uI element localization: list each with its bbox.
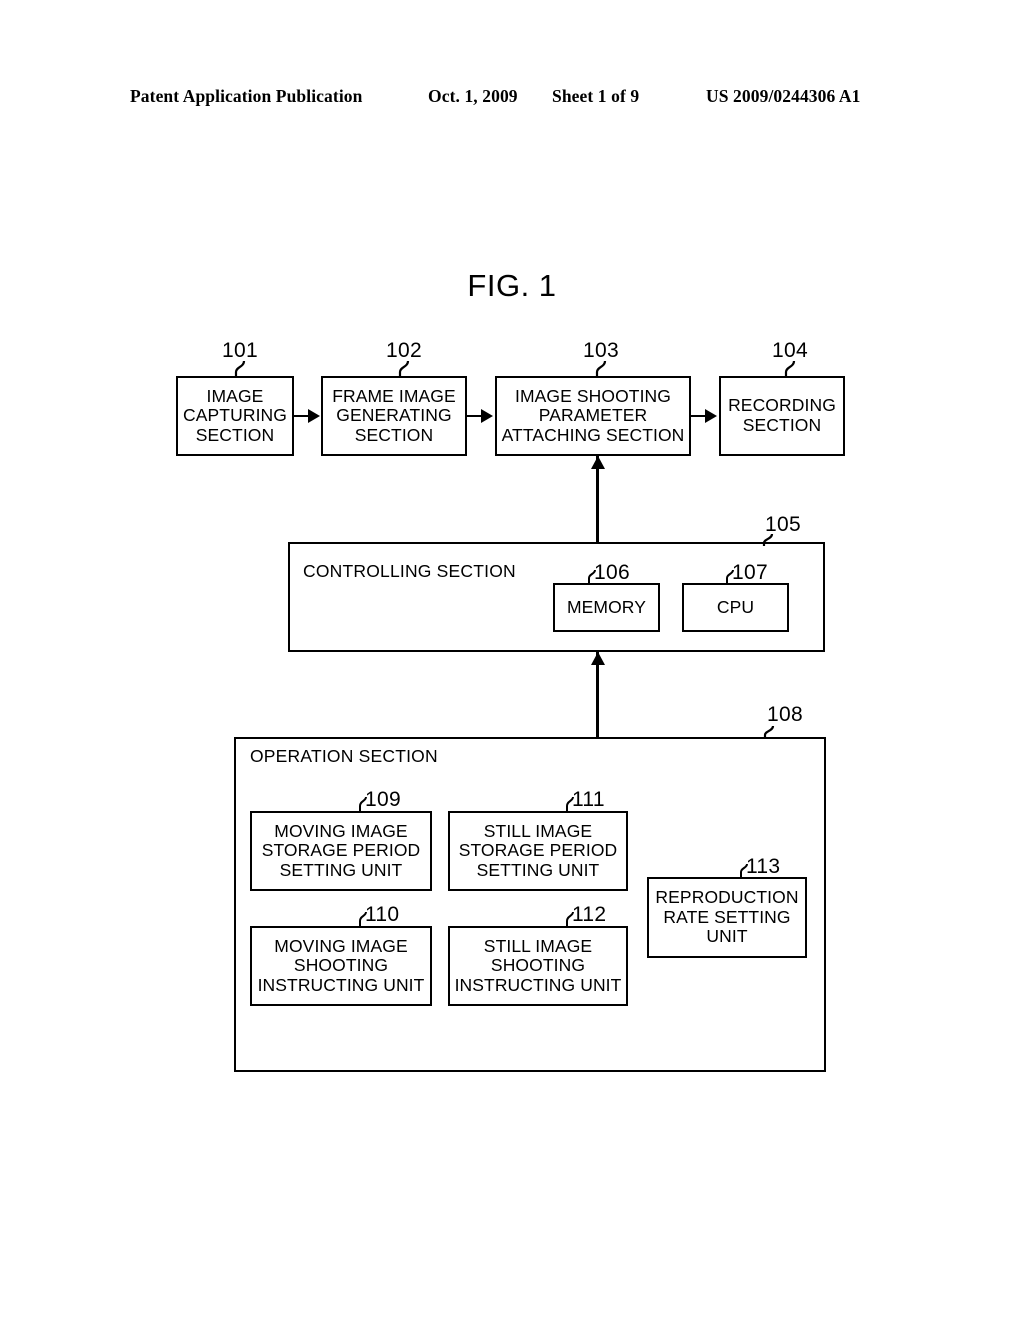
block-label: IMAGE SHOOTING PARAMETER ATTACHING SECTI…: [501, 385, 685, 445]
block-label: FRAME IMAGE GENERATING SECTION: [332, 385, 456, 445]
page-header: Patent Application Publication Oct. 1, 2…: [0, 86, 1024, 112]
header-publication: Patent Application Publication: [130, 86, 363, 106]
controlling-section-label: CONTROLLING SECTION: [303, 561, 516, 581]
block-still-image-storage-period-setting-unit: STILL IMAGE STORAGE PERIOD SETTING UNIT: [448, 811, 628, 891]
leader-hook-101: [234, 360, 246, 378]
leader-hook-106: [588, 569, 596, 584]
leader-hook-105: [762, 533, 774, 546]
header-patent-number: US 2009/0244306 A1: [706, 86, 861, 106]
block-label: MEMORY: [566, 596, 647, 617]
block-label: IMAGE CAPTURING SECTION: [183, 385, 287, 445]
block-cpu: CPU: [682, 583, 789, 632]
block-label: MOVING IMAGE SHOOTING INSTRUCTING UNIT: [257, 935, 425, 995]
arrowhead-108-105: [590, 652, 605, 665]
header-sheet: Sheet 1 of 9: [552, 86, 640, 106]
block-label: CPU: [716, 596, 755, 617]
leader-hook-111: [566, 796, 574, 812]
block-recording-section: RECORDING SECTION: [719, 376, 845, 456]
block-label: STILL IMAGE STORAGE PERIOD SETTING UNIT: [458, 820, 618, 880]
arrowhead-103-104: [705, 409, 717, 423]
leader-hook-113: [740, 863, 748, 878]
arrowhead-105-103: [590, 456, 605, 469]
block-image-shooting-parameter-attaching-section: IMAGE SHOOTING PARAMETER ATTACHING SECTI…: [495, 376, 691, 456]
block-reproduction-rate-setting-unit: REPRODUCTION RATE SETTING UNIT: [647, 877, 807, 958]
block-label: STILL IMAGE SHOOTING INSTRUCTING UNIT: [454, 935, 622, 995]
leader-hook-112: [566, 911, 574, 927]
block-still-image-shooting-instructing-unit: STILL IMAGE SHOOTING INSTRUCTING UNIT: [448, 926, 628, 1006]
arrowhead-102-103: [481, 409, 493, 423]
block-memory: MEMORY: [553, 583, 660, 632]
operation-section-label: OPERATION SECTION: [250, 746, 438, 766]
leader-hook-103: [595, 360, 607, 378]
arrowhead-101-102: [308, 409, 320, 423]
leader-hook-104: [784, 360, 796, 378]
figure-title: FIG. 1: [467, 268, 557, 303]
block-label: MOVING IMAGE STORAGE PERIOD SETTING UNIT: [261, 820, 421, 880]
leader-hook-109: [359, 796, 367, 812]
leader-hook-110: [359, 911, 367, 927]
leader-hook-108: [763, 725, 775, 739]
block-moving-image-storage-period-setting-unit: MOVING IMAGE STORAGE PERIOD SETTING UNIT: [250, 811, 432, 891]
ref-108: 108: [767, 703, 803, 726]
leader-hook-102: [398, 360, 410, 378]
block-moving-image-shooting-instructing-unit: MOVING IMAGE SHOOTING INSTRUCTING UNIT: [250, 926, 432, 1006]
leader-hook-107: [726, 569, 734, 584]
block-label: RECORDING SECTION: [728, 395, 836, 435]
block-image-capturing-section: IMAGE CAPTURING SECTION: [176, 376, 294, 456]
block-frame-image-generating-section: FRAME IMAGE GENERATING SECTION: [321, 376, 467, 456]
block-label: REPRODUCTION RATE SETTING UNIT: [655, 887, 799, 947]
header-date: Oct. 1, 2009: [428, 86, 518, 106]
